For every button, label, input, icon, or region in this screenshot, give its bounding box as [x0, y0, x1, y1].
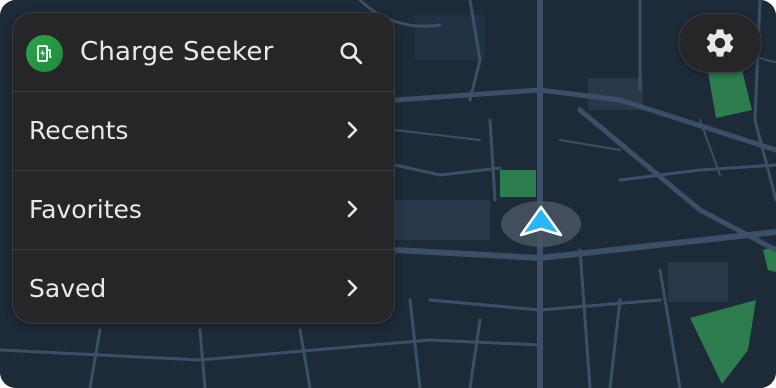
- menu-item-recents[interactable]: Recents: [13, 92, 394, 171]
- ev-charger-icon: [26, 35, 63, 72]
- menu-item-label: Recents: [29, 116, 129, 145]
- app-title: Charge Seeker: [80, 37, 274, 67]
- search-icon: [340, 42, 363, 65]
- panel-header: Charge Seeker: [13, 13, 394, 92]
- chevron-right-icon: [339, 117, 365, 143]
- chevron-right-icon: [339, 196, 365, 222]
- current-location-icon: [519, 205, 563, 237]
- car-screen: Charge Seeker Recents Favorites Saved: [0, 0, 776, 388]
- menu-item-saved[interactable]: Saved: [13, 250, 394, 323]
- menu-item-favorites[interactable]: Favorites: [13, 171, 394, 250]
- gear-icon: [706, 29, 734, 57]
- menu-item-label: Saved: [29, 274, 107, 303]
- chevron-right-icon: [339, 275, 365, 301]
- search-button[interactable]: [333, 35, 369, 71]
- menu-panel: Charge Seeker Recents Favorites Saved: [12, 12, 395, 324]
- settings-button[interactable]: [678, 13, 762, 73]
- menu-item-label: Favorites: [29, 195, 142, 224]
